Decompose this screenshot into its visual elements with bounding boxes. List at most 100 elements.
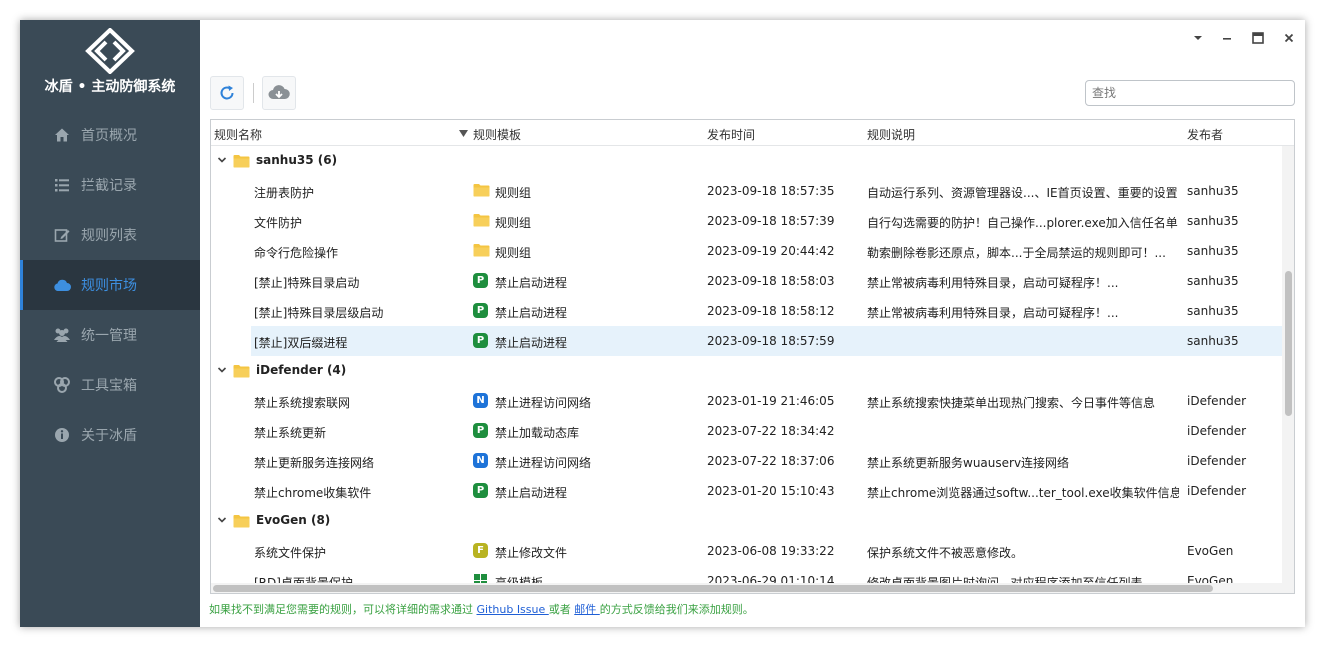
sidebar: 冰盾 • 主动防御系统 首页概况 拦截记录 规则列表规则市场统一管理工具宝箱 关于冰盾 [20, 20, 200, 627]
table-row[interactable]: 禁止更新服务连接网络 N 禁止进程访问网络 2023-07-22 18:37:06 禁止… [211, 446, 1283, 476]
app-logo-icon [85, 28, 135, 74]
table-row[interactable]: 命令行危险操作 规则组 2023-09-19 20:44:42 勒索删除卷影还原点，脚… [211, 236, 1283, 266]
rule-time: 2023-06-08 19:33:22 [707, 544, 835, 558]
rule-template: 禁止修改文件 [495, 546, 568, 560]
column-header-time[interactable]: 发布时间 [707, 126, 755, 143]
footer-text-middle: 或者 [548, 603, 575, 616]
github-issue-link[interactable]: Github Issue [477, 603, 549, 616]
table-row[interactable]: 文件防护 规则组 2023-09-18 18:57:39 自行勾选需要的防护！自己操作… [211, 206, 1283, 236]
sort-desc-icon[interactable] [459, 130, 468, 137]
rule-time: 2023-09-18 18:58:12 [707, 304, 835, 318]
column-header-template[interactable]: 规则模板 [473, 126, 521, 143]
rule-publisher: sanhu35 [1187, 304, 1239, 318]
table-header: 规则名称 规则模板 发布时间 规则说明 发布者 [211, 120, 1294, 146]
main-panel: 规则名称 规则模板 发布时间 规则说明 发布者 sanhu35 (6) 注册表防护… [200, 20, 1305, 627]
rule-template: 禁止加载动态库 [495, 426, 580, 440]
rule-name: 禁止系统搜索联网 [254, 396, 351, 410]
table-row[interactable]: 注册表防护 规则组 2023-09-18 18:57:35 自动运行系列、资源管理器设… [211, 176, 1283, 206]
template-badge-P-icon: P [473, 483, 489, 499]
refresh-button[interactable] [210, 76, 244, 110]
footer-text-prefix: 如果找不到满足您需要的规则，可以将详细的需求通过 [209, 603, 477, 616]
edit-icon [53, 226, 71, 244]
table-row[interactable]: [禁止]双后缀进程 P 禁止启动进程 2023-09-18 18:57:59 sanhu… [211, 326, 1283, 356]
group-row[interactable]: sanhu35 (6) [211, 146, 1283, 176]
sidebar-item-2[interactable]: 规则列表 [20, 210, 200, 260]
rule-time: 2023-01-20 15:10:43 [707, 484, 835, 498]
group-label: iDefender (4) [256, 363, 347, 377]
template-badge-P-icon: P [473, 333, 489, 349]
sidebar-item-6[interactable]: 关于冰盾 [20, 410, 200, 460]
group-row[interactable]: EvoGen (8) [211, 506, 1283, 536]
footer-text-suffix: 的方式反馈给我们来添加规则。 [599, 603, 754, 616]
rule-name: 注册表防护 [254, 186, 315, 200]
app-title: 冰盾 • 主动防御系统 [44, 79, 176, 95]
column-header-name[interactable]: 规则名称 [214, 126, 262, 143]
email-link[interactable]: 邮件 [574, 603, 600, 616]
cloud-download-button[interactable] [262, 76, 296, 110]
footer-hint: 如果找不到满足您需要的规则，可以将详细的需求通过 Github Issue 或者… [209, 601, 754, 617]
table-row[interactable]: 禁止系统搜索联网 N 禁止进程访问网络 2023-01-19 21:46:05 禁止系统… [211, 386, 1283, 416]
sidebar-item-1[interactable]: 拦截记录 [20, 160, 200, 210]
rule-name: [禁止]双后缀进程 [254, 336, 348, 350]
group-row[interactable]: iDefender (4) [211, 356, 1283, 386]
list-icon [53, 176, 71, 194]
table-row[interactable]: 系统文件保护 F 禁止修改文件 2023-06-08 19:33:22 保护系统文件不被… [211, 536, 1283, 566]
home-icon [53, 126, 71, 144]
column-header-desc[interactable]: 规则说明 [867, 126, 915, 143]
rule-template: 禁止启动进程 [495, 486, 568, 500]
sidebar-item-4[interactable]: 统一管理 [20, 310, 200, 360]
rule-desc: 自动运行系列、资源管理器设...、IE首页设置、重要的设置 [867, 186, 1178, 200]
template-badge-N-icon: N [473, 453, 489, 469]
rule-publisher: sanhu35 [1187, 244, 1239, 258]
chevron-down-icon[interactable] [216, 364, 228, 376]
table-row[interactable]: [禁止]特殊目录层级启动 P 禁止启动进程 2023-09-18 18:58:12 禁止… [211, 296, 1283, 326]
rule-time: 2023-01-19 21:46:05 [707, 394, 835, 408]
sidebar-nav: 首页概况 拦截记录 规则列表规则市场统一管理工具宝箱 关于冰盾 [20, 110, 200, 460]
dropdown-menu-icon[interactable] [1190, 30, 1206, 46]
rule-desc: 禁止常被病毒利用特殊目录，启动可疑程序！... [867, 306, 1119, 320]
table-row[interactable]: [禁止]特殊目录启动 P 禁止启动进程 2023-09-18 18:58:03 禁止常被… [211, 266, 1283, 296]
sidebar-item-label: 规则市场 [81, 278, 137, 294]
rule-publisher: sanhu35 [1187, 334, 1239, 348]
column-header-publisher[interactable]: 发布者 [1187, 126, 1223, 143]
rule-template: 规则组 [495, 216, 532, 230]
table-body: sanhu35 (6) 注册表防护 规则组 2023-09-18 18:57:35 自动… [211, 146, 1283, 593]
rule-name: 禁止chrome收集软件 [254, 486, 372, 500]
rule-desc: 自行勾选需要的防护！自己操作...plorer.exe加入信任名单 [867, 216, 1178, 230]
rule-publisher: sanhu35 [1187, 214, 1239, 228]
rule-time: 2023-09-19 20:44:42 [707, 244, 835, 258]
rule-template: 禁止进程访问网络 [495, 456, 592, 470]
horizontal-scroll-thumb[interactable] [213, 585, 1213, 592]
rule-publisher: iDefender [1187, 484, 1247, 498]
rule-desc: 禁止chrome浏览器通过softw...ter_tool.exe收集软件信息 [867, 486, 1179, 500]
rule-publisher: sanhu35 [1187, 184, 1239, 198]
vertical-scroll-thumb[interactable] [1285, 271, 1292, 416]
rule-publisher: iDefender [1187, 424, 1247, 438]
rules-table: 规则名称 规则模板 发布时间 规则说明 发布者 sanhu35 (6) 注册表防护… [210, 119, 1295, 594]
rule-time: 2023-07-22 18:34:42 [707, 424, 835, 438]
minimize-icon[interactable] [1219, 30, 1235, 46]
group-label: sanhu35 (6) [256, 153, 338, 167]
chevron-down-icon[interactable] [216, 154, 228, 166]
table-row[interactable]: 禁止系统更新 P 禁止加载动态库 2023-07-22 18:34:42 iDefend… [211, 416, 1283, 446]
folder-icon [473, 183, 490, 199]
rule-name: 命令行危险操作 [254, 246, 339, 260]
maximize-icon[interactable] [1250, 30, 1266, 46]
close-icon[interactable] [1281, 30, 1297, 46]
sidebar-item-5[interactable]: 工具宝箱 [20, 360, 200, 410]
search-input[interactable] [1085, 80, 1295, 106]
rule-template: 规则组 [495, 186, 532, 200]
sidebar-item-0[interactable]: 首页概况 [20, 110, 200, 160]
horizontal-scrollbar[interactable] [211, 583, 1284, 593]
chevron-down-icon[interactable] [216, 514, 228, 526]
sidebar-item-label: 统一管理 [81, 328, 137, 344]
sidebar-item-3[interactable]: 规则市场 [20, 260, 200, 310]
tools-icon [53, 376, 71, 394]
rule-name: [禁止]特殊目录启动 [254, 276, 360, 290]
folder-icon [473, 243, 490, 259]
template-badge-F-icon: F [473, 543, 489, 559]
vertical-scrollbar[interactable] [1282, 146, 1294, 593]
table-row[interactable]: 禁止chrome收集软件 P 禁止启动进程 2023-01-20 15:10:43 禁止… [211, 476, 1283, 506]
rule-template: 禁止启动进程 [495, 336, 568, 350]
rule-publisher: iDefender [1187, 394, 1247, 408]
